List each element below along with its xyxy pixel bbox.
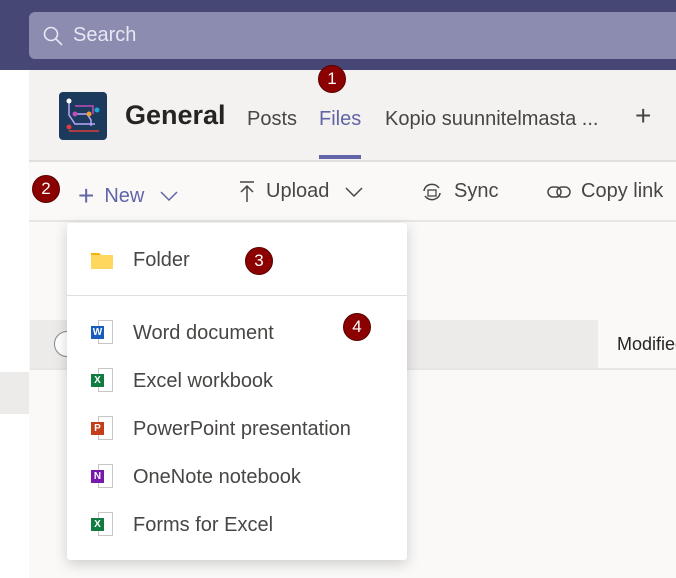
link-icon xyxy=(547,185,571,198)
copy-link-button[interactable]: Copy link xyxy=(547,180,663,203)
menu-item-label: Forms for Excel xyxy=(133,513,274,536)
tab-files[interactable]: Files xyxy=(319,108,361,131)
tab-posts[interactable]: Posts xyxy=(247,108,297,131)
onenote-icon: N xyxy=(91,464,113,490)
menu-item-folder[interactable]: Folder xyxy=(91,240,391,280)
menu-item-label: OneNote notebook xyxy=(133,465,301,488)
menu-item-forms-excel[interactable]: X Forms for Excel xyxy=(91,505,391,545)
tab-kopio[interactable]: Kopio suunnitelmasta ... xyxy=(385,108,598,131)
sidebar-selected-item[interactable] xyxy=(0,372,29,414)
menu-item-onenote[interactable]: N OneNote notebook xyxy=(91,457,391,497)
new-label: New xyxy=(104,184,145,207)
step-badge-4: 4 xyxy=(343,313,371,341)
menu-divider xyxy=(67,295,407,296)
new-dropdown-menu: Folder W Word document X Excel workbook P Pow… xyxy=(67,223,407,560)
word-icon: W xyxy=(91,320,113,346)
sync-icon xyxy=(423,183,441,200)
menu-item-label: Excel workbook xyxy=(133,369,274,392)
step-badge-2: 2 xyxy=(32,175,60,203)
search-icon xyxy=(43,26,63,46)
powerpoint-icon: P xyxy=(91,416,113,442)
menu-item-label: Folder xyxy=(133,248,190,271)
sync-button[interactable]: Sync xyxy=(420,180,498,203)
add-tab-button[interactable]: + xyxy=(635,100,651,132)
step-badge-1: 1 xyxy=(318,65,346,93)
search-input[interactable]: Search xyxy=(29,12,676,59)
folder-icon xyxy=(91,247,113,273)
sidebar xyxy=(0,70,29,578)
chevron-down-icon xyxy=(160,191,178,201)
step-badge-3: 3 xyxy=(245,247,273,275)
copy-link-label: Copy link xyxy=(581,180,664,202)
active-tab-indicator xyxy=(319,155,361,159)
upload-button[interactable]: Upload xyxy=(238,180,363,203)
excel-icon: X xyxy=(91,368,113,394)
new-button[interactable]: + New xyxy=(78,180,178,212)
team-logo xyxy=(59,92,107,140)
sync-label: Sync xyxy=(454,180,499,202)
modified-column-header[interactable]: Modified xyxy=(617,334,676,355)
menu-item-label: PowerPoint presentation xyxy=(133,417,351,440)
upload-icon xyxy=(240,180,254,202)
menu-item-excel[interactable]: X Excel workbook xyxy=(91,361,391,401)
menu-item-powerpoint[interactable]: P PowerPoint presentation xyxy=(91,409,391,449)
forms-excel-icon: X xyxy=(91,512,113,538)
channel-title: General xyxy=(125,100,226,130)
menu-item-label: Word document xyxy=(133,321,274,344)
search-placeholder: Search xyxy=(73,24,137,46)
plus-icon: + xyxy=(78,180,95,211)
chevron-down-icon xyxy=(345,186,363,197)
upload-label: Upload xyxy=(266,180,330,202)
